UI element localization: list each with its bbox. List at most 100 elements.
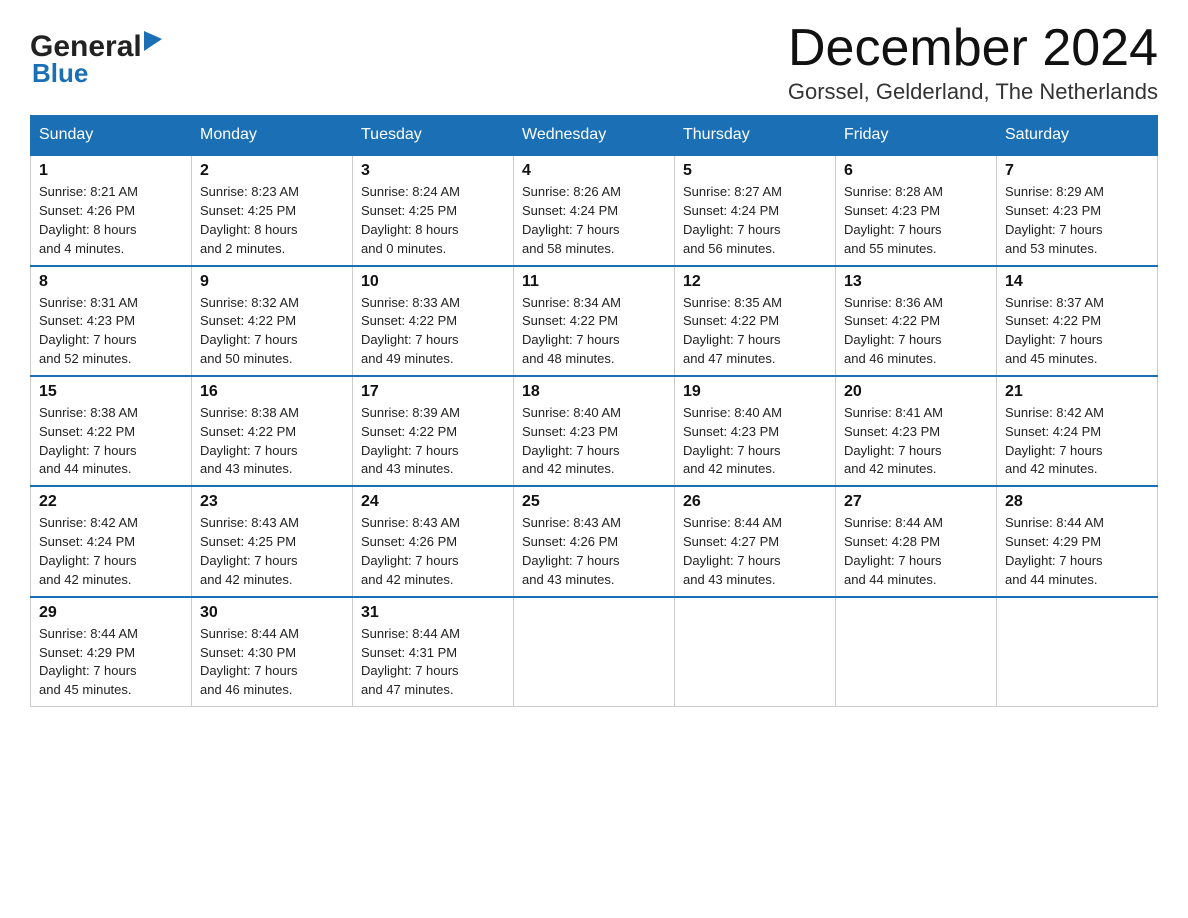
day-info: Sunrise: 8:24 AMSunset: 4:25 PMDaylight:… — [361, 183, 505, 258]
calendar-header-monday: Monday — [192, 116, 353, 156]
calendar-header-friday: Friday — [836, 116, 997, 156]
day-info: Sunrise: 8:42 AMSunset: 4:24 PMDaylight:… — [1005, 404, 1149, 479]
cell-content: 10 Sunrise: 8:33 AMSunset: 4:22 PMDaylig… — [361, 273, 505, 369]
cell-content: 17 Sunrise: 8:39 AMSunset: 4:22 PMDaylig… — [361, 383, 505, 479]
day-info: Sunrise: 8:38 AMSunset: 4:22 PMDaylight:… — [39, 404, 183, 479]
day-number: 23 — [200, 493, 344, 511]
calendar-cell: 12 Sunrise: 8:35 AMSunset: 4:22 PMDaylig… — [675, 266, 836, 376]
day-number: 29 — [39, 604, 183, 622]
cell-content: 12 Sunrise: 8:35 AMSunset: 4:22 PMDaylig… — [683, 273, 827, 369]
cell-content: 21 Sunrise: 8:42 AMSunset: 4:24 PMDaylig… — [1005, 383, 1149, 479]
day-info: Sunrise: 8:26 AMSunset: 4:24 PMDaylight:… — [522, 183, 666, 258]
page-header: General Blue December 2024 Gorssel, Geld… — [30, 20, 1158, 105]
calendar-cell — [514, 597, 675, 707]
day-number: 31 — [361, 604, 505, 622]
calendar-cell: 3 Sunrise: 8:24 AMSunset: 4:25 PMDayligh… — [353, 155, 514, 265]
calendar-cell: 20 Sunrise: 8:41 AMSunset: 4:23 PMDaylig… — [836, 376, 997, 486]
calendar-header-saturday: Saturday — [997, 116, 1158, 156]
day-info: Sunrise: 8:41 AMSunset: 4:23 PMDaylight:… — [844, 404, 988, 479]
calendar-cell: 22 Sunrise: 8:42 AMSunset: 4:24 PMDaylig… — [31, 486, 192, 596]
day-number: 20 — [844, 383, 988, 401]
calendar-cell: 5 Sunrise: 8:27 AMSunset: 4:24 PMDayligh… — [675, 155, 836, 265]
day-info: Sunrise: 8:31 AMSunset: 4:23 PMDaylight:… — [39, 294, 183, 369]
day-number: 18 — [522, 383, 666, 401]
day-number: 2 — [200, 162, 344, 180]
calendar-table: SundayMondayTuesdayWednesdayThursdayFrid… — [30, 115, 1158, 707]
cell-content: 31 Sunrise: 8:44 AMSunset: 4:31 PMDaylig… — [361, 604, 505, 700]
cell-content: 22 Sunrise: 8:42 AMSunset: 4:24 PMDaylig… — [39, 493, 183, 589]
cell-content: 6 Sunrise: 8:28 AMSunset: 4:23 PMDayligh… — [844, 162, 988, 258]
calendar-cell: 29 Sunrise: 8:44 AMSunset: 4:29 PMDaylig… — [31, 597, 192, 707]
logo: General Blue — [30, 30, 162, 89]
day-number: 28 — [1005, 493, 1149, 511]
calendar-cell: 26 Sunrise: 8:44 AMSunset: 4:27 PMDaylig… — [675, 486, 836, 596]
day-info: Sunrise: 8:29 AMSunset: 4:23 PMDaylight:… — [1005, 183, 1149, 258]
cell-content: 9 Sunrise: 8:32 AMSunset: 4:22 PMDayligh… — [200, 273, 344, 369]
day-number: 21 — [1005, 383, 1149, 401]
day-info: Sunrise: 8:43 AMSunset: 4:25 PMDaylight:… — [200, 514, 344, 589]
cell-content: 29 Sunrise: 8:44 AMSunset: 4:29 PMDaylig… — [39, 604, 183, 700]
title-block: December 2024 Gorssel, Gelderland, The N… — [788, 20, 1158, 105]
calendar-cell: 2 Sunrise: 8:23 AMSunset: 4:25 PMDayligh… — [192, 155, 353, 265]
cell-content: 13 Sunrise: 8:36 AMSunset: 4:22 PMDaylig… — [844, 273, 988, 369]
day-number: 7 — [1005, 162, 1149, 180]
calendar-cell: 16 Sunrise: 8:38 AMSunset: 4:22 PMDaylig… — [192, 376, 353, 486]
day-number: 10 — [361, 273, 505, 291]
calendar-cell: 28 Sunrise: 8:44 AMSunset: 4:29 PMDaylig… — [997, 486, 1158, 596]
calendar-header-sunday: Sunday — [31, 116, 192, 156]
cell-content: 27 Sunrise: 8:44 AMSunset: 4:28 PMDaylig… — [844, 493, 988, 589]
cell-content: 28 Sunrise: 8:44 AMSunset: 4:29 PMDaylig… — [1005, 493, 1149, 589]
cell-content: 30 Sunrise: 8:44 AMSunset: 4:30 PMDaylig… — [200, 604, 344, 700]
cell-content: 1 Sunrise: 8:21 AMSunset: 4:26 PMDayligh… — [39, 162, 183, 258]
day-number: 6 — [844, 162, 988, 180]
calendar-cell: 1 Sunrise: 8:21 AMSunset: 4:26 PMDayligh… — [31, 155, 192, 265]
cell-content: 2 Sunrise: 8:23 AMSunset: 4:25 PMDayligh… — [200, 162, 344, 258]
cell-content: 4 Sunrise: 8:26 AMSunset: 4:24 PMDayligh… — [522, 162, 666, 258]
calendar-cell: 25 Sunrise: 8:43 AMSunset: 4:26 PMDaylig… — [514, 486, 675, 596]
calendar-cell: 27 Sunrise: 8:44 AMSunset: 4:28 PMDaylig… — [836, 486, 997, 596]
calendar-cell: 4 Sunrise: 8:26 AMSunset: 4:24 PMDayligh… — [514, 155, 675, 265]
cell-content: 7 Sunrise: 8:29 AMSunset: 4:23 PMDayligh… — [1005, 162, 1149, 258]
day-info: Sunrise: 8:27 AMSunset: 4:24 PMDaylight:… — [683, 183, 827, 258]
day-number: 30 — [200, 604, 344, 622]
calendar-cell: 23 Sunrise: 8:43 AMSunset: 4:25 PMDaylig… — [192, 486, 353, 596]
location-subtitle: Gorssel, Gelderland, The Netherlands — [788, 79, 1158, 105]
calendar-cell: 21 Sunrise: 8:42 AMSunset: 4:24 PMDaylig… — [997, 376, 1158, 486]
day-number: 22 — [39, 493, 183, 511]
calendar-week-row: 8 Sunrise: 8:31 AMSunset: 4:23 PMDayligh… — [31, 266, 1158, 376]
day-number: 1 — [39, 162, 183, 180]
calendar-header-row: SundayMondayTuesdayWednesdayThursdayFrid… — [31, 116, 1158, 156]
day-number: 5 — [683, 162, 827, 180]
day-number: 27 — [844, 493, 988, 511]
calendar-cell: 7 Sunrise: 8:29 AMSunset: 4:23 PMDayligh… — [997, 155, 1158, 265]
day-number: 4 — [522, 162, 666, 180]
day-info: Sunrise: 8:37 AMSunset: 4:22 PMDaylight:… — [1005, 294, 1149, 369]
cell-content: 20 Sunrise: 8:41 AMSunset: 4:23 PMDaylig… — [844, 383, 988, 479]
cell-content: 23 Sunrise: 8:43 AMSunset: 4:25 PMDaylig… — [200, 493, 344, 589]
day-info: Sunrise: 8:35 AMSunset: 4:22 PMDaylight:… — [683, 294, 827, 369]
day-number: 25 — [522, 493, 666, 511]
day-number: 14 — [1005, 273, 1149, 291]
calendar-cell: 18 Sunrise: 8:40 AMSunset: 4:23 PMDaylig… — [514, 376, 675, 486]
cell-content: 3 Sunrise: 8:24 AMSunset: 4:25 PMDayligh… — [361, 162, 505, 258]
cell-content: 19 Sunrise: 8:40 AMSunset: 4:23 PMDaylig… — [683, 383, 827, 479]
day-number: 16 — [200, 383, 344, 401]
calendar-cell — [836, 597, 997, 707]
calendar-week-row: 29 Sunrise: 8:44 AMSunset: 4:29 PMDaylig… — [31, 597, 1158, 707]
cell-content: 15 Sunrise: 8:38 AMSunset: 4:22 PMDaylig… — [39, 383, 183, 479]
day-number: 26 — [683, 493, 827, 511]
day-number: 13 — [844, 273, 988, 291]
day-info: Sunrise: 8:40 AMSunset: 4:23 PMDaylight:… — [683, 404, 827, 479]
day-info: Sunrise: 8:40 AMSunset: 4:23 PMDaylight:… — [522, 404, 666, 479]
month-title: December 2024 — [788, 20, 1158, 77]
cell-content: 26 Sunrise: 8:44 AMSunset: 4:27 PMDaylig… — [683, 493, 827, 589]
day-number: 19 — [683, 383, 827, 401]
day-info: Sunrise: 8:28 AMSunset: 4:23 PMDaylight:… — [844, 183, 988, 258]
day-info: Sunrise: 8:44 AMSunset: 4:29 PMDaylight:… — [1005, 514, 1149, 589]
day-info: Sunrise: 8:43 AMSunset: 4:26 PMDaylight:… — [522, 514, 666, 589]
calendar-week-row: 15 Sunrise: 8:38 AMSunset: 4:22 PMDaylig… — [31, 376, 1158, 486]
calendar-cell — [675, 597, 836, 707]
calendar-cell: 24 Sunrise: 8:43 AMSunset: 4:26 PMDaylig… — [353, 486, 514, 596]
calendar-cell: 30 Sunrise: 8:44 AMSunset: 4:30 PMDaylig… — [192, 597, 353, 707]
day-info: Sunrise: 8:44 AMSunset: 4:31 PMDaylight:… — [361, 625, 505, 700]
